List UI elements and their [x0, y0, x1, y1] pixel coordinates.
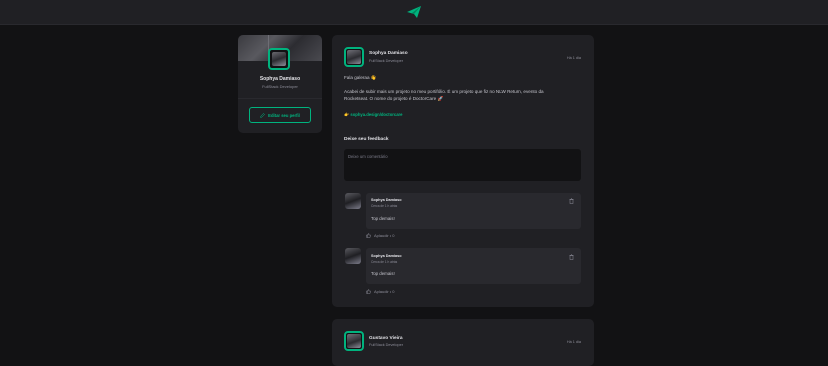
comment-text: Top demais!	[371, 216, 395, 221]
comment-avatar[interactable]	[345, 193, 361, 209]
comment-time: Cerca de 1 h atrás	[371, 204, 398, 208]
applaud-label: Aplaudir • 0	[374, 289, 395, 294]
trash-icon[interactable]	[569, 254, 574, 260]
ignite-feed-logo-icon	[407, 6, 421, 18]
post-author-name: Sophya Damiaso	[369, 51, 408, 56]
comment-time: Cerca de 1 h atrás	[371, 260, 398, 264]
edit-profile-label: Editar seu perfil	[268, 112, 300, 118]
profile-role: FullStack Developer	[262, 84, 298, 89]
post-paragraph: Acabei de subir mais um projeto no meu p…	[344, 89, 544, 101]
comment-textarea[interactable]: Deixe um comentário	[344, 149, 581, 181]
sidebar-divider	[238, 98, 322, 99]
comment-avatar[interactable]	[345, 248, 361, 264]
thumbs-up-icon	[366, 289, 371, 294]
post-author-role: FullStack Developer	[369, 59, 403, 63]
post-link[interactable]: 👉 sophya.design/doctorcare	[344, 112, 403, 118]
post-author-role: FullStack Developer	[369, 343, 403, 347]
thumbs-up-icon	[366, 233, 371, 238]
pencil-icon	[260, 112, 266, 118]
post-author-name: Gustavo Vieira	[369, 336, 403, 341]
post-greeting: Fala galeraa 👋	[344, 75, 377, 80]
applaud-label: Aplaudir • 0	[374, 233, 395, 238]
edit-profile-button[interactable]: Editar seu perfil	[249, 107, 311, 123]
post-time: Há 1 dia	[566, 340, 581, 344]
comment-author-name: Sophya Damiaso	[371, 254, 402, 258]
post-time: Há 1 dia	[566, 56, 581, 60]
post-author-avatar[interactable]	[344, 331, 364, 351]
comment-author-name: Sophya Damiaso	[371, 198, 402, 202]
profile-name: Sophya Damiaso	[259, 76, 301, 82]
post-author-avatar[interactable]	[344, 47, 364, 67]
applaud-button[interactable]: Aplaudir • 0	[366, 289, 395, 294]
comment-text: Top demais!	[371, 271, 395, 276]
feedback-title: Deixe seu feedback	[344, 137, 389, 142]
applaud-button[interactable]: Aplaudir • 0	[366, 233, 395, 238]
trash-icon[interactable]	[569, 198, 574, 204]
profile-avatar	[268, 48, 290, 70]
top-header	[0, 0, 828, 25]
